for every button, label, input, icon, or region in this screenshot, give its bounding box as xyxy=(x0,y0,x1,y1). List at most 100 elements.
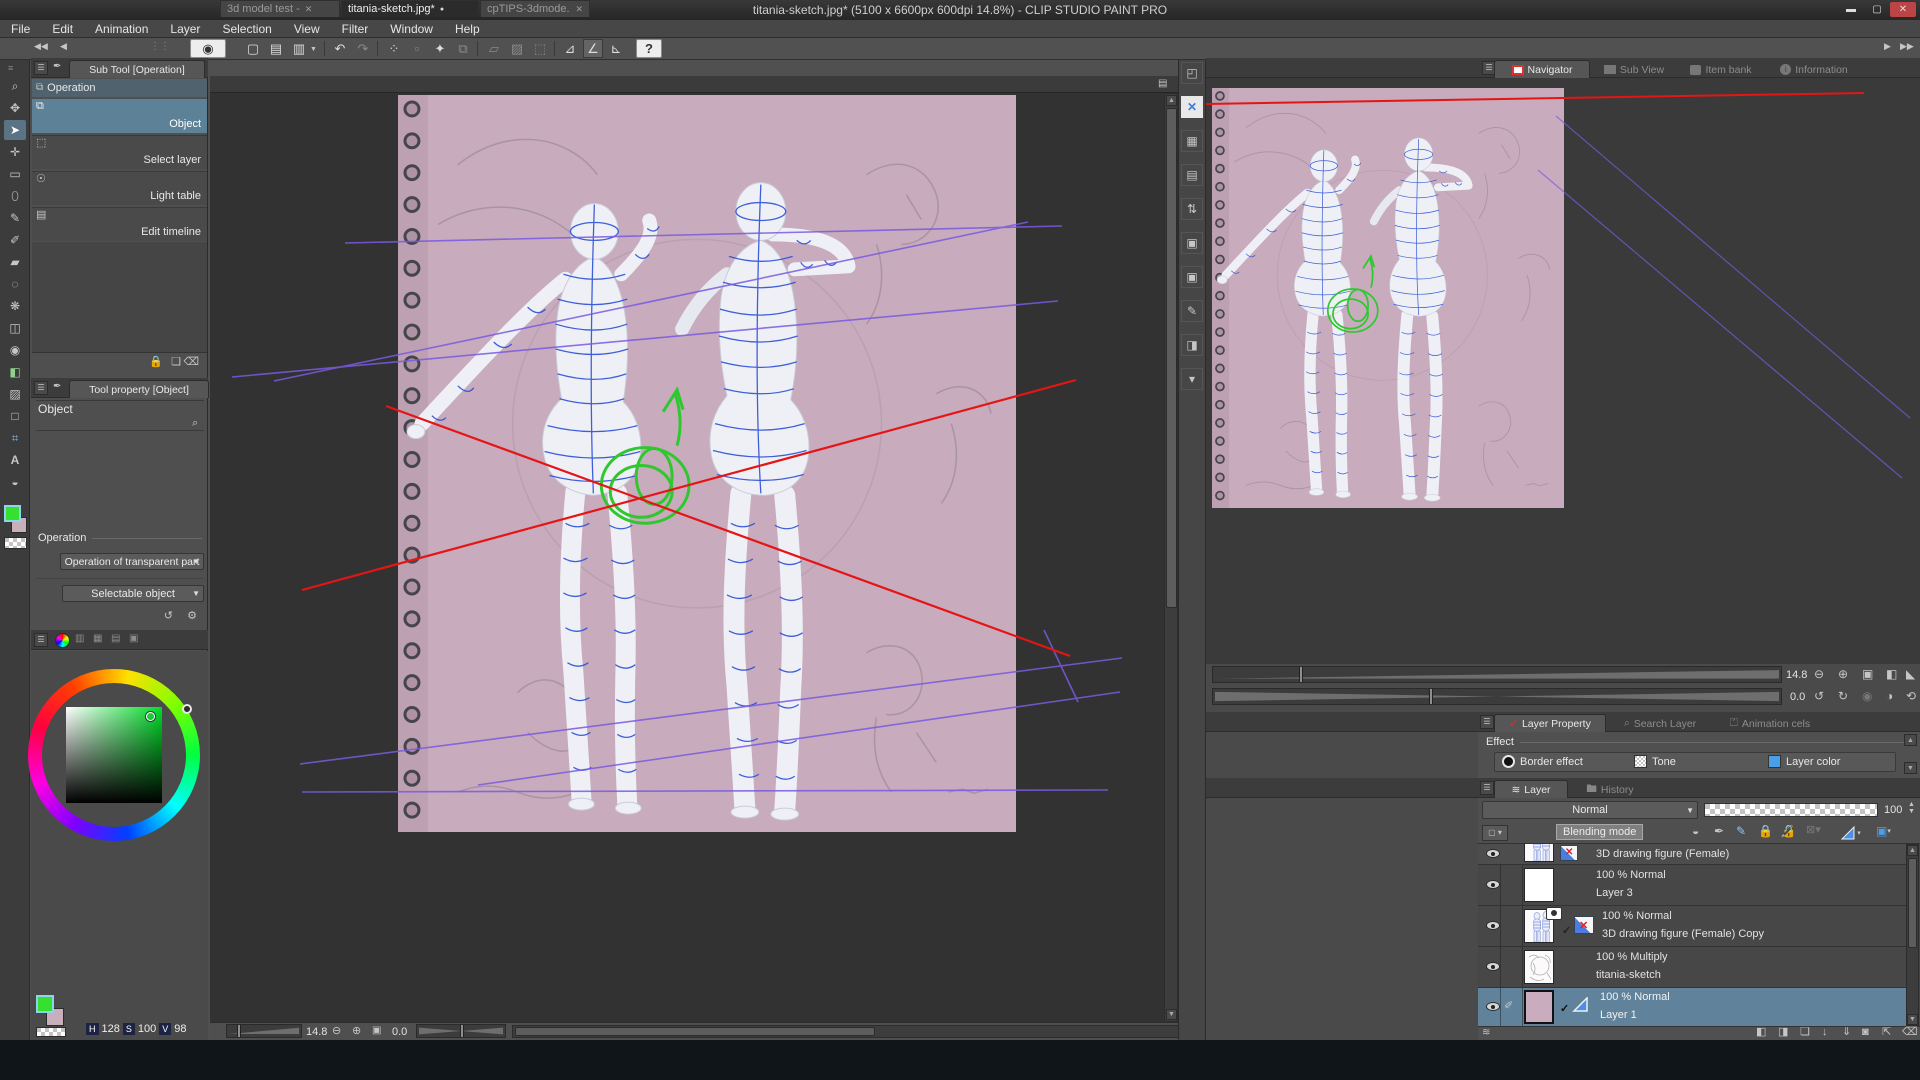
reset-tool-icon[interactable]: ↺ xyxy=(164,611,173,622)
text-tool-icon[interactable]: A xyxy=(4,450,26,470)
navigator-zoom-slider[interactable] xyxy=(1212,666,1782,683)
new-folder-icon[interactable]: ◨ xyxy=(1778,1027,1788,1038)
lock-subtool-icon[interactable]: 🔒 xyxy=(149,357,163,368)
operation-tool-icon[interactable]: ➤ xyxy=(4,120,26,140)
layer-color-button[interactable]: Layer color xyxy=(1768,755,1840,768)
brush-tool-icon[interactable]: ▰ xyxy=(4,252,26,272)
help-button[interactable]: ? xyxy=(636,39,662,58)
eraser-tool-icon[interactable]: ◫ xyxy=(4,318,26,338)
nav-fit-icon[interactable]: ▣ xyxy=(1862,668,1873,680)
delete-layer-icon[interactable]: ⌫ xyxy=(1902,1027,1918,1038)
color-panel-menu-icon[interactable]: ☰ xyxy=(34,633,48,647)
apply-mask-icon[interactable]: ⇱ xyxy=(1882,1027,1891,1038)
duplicate-layer-icon[interactable]: ❏ xyxy=(1800,1027,1810,1038)
mesh-button[interactable]: ▨ xyxy=(507,39,527,58)
fill-tool-icon[interactable]: ◧ xyxy=(4,362,26,382)
redo-button[interactable]: ↷ xyxy=(353,39,373,58)
color-wheel-tab-icon[interactable] xyxy=(55,633,70,648)
transparent-color-swatch[interactable] xyxy=(4,537,27,549)
scroll-up-icon[interactable]: ▲ xyxy=(1907,845,1918,856)
tab-history[interactable]: 🖿 History xyxy=(1570,780,1650,798)
color-set-tab-icon[interactable]: ▦ xyxy=(93,634,102,644)
hscroll-thumb[interactable] xyxy=(515,1027,875,1036)
tab-navigator[interactable]: Navigator xyxy=(1494,60,1590,78)
snap-grid-button[interactable]: ⊾ xyxy=(606,39,626,58)
opacity-spinner[interactable]: ▲ ▼ xyxy=(1908,801,1915,815)
marquee-tool-icon[interactable]: ▭ xyxy=(4,164,26,184)
menu-animation[interactable]: Animation xyxy=(84,20,159,38)
toolbar-grip[interactable]: ⋮⋮ xyxy=(150,42,170,52)
layer-scroll-thumb[interactable] xyxy=(1908,858,1917,948)
panel-foreground-swatch[interactable] xyxy=(36,995,54,1013)
expand-right-icon[interactable]: ▶ xyxy=(1884,42,1891,51)
zoom-tool-icon[interactable]: ⌕ xyxy=(4,76,26,96)
tab-animation-cels[interactable]: ⏍ Animation cels xyxy=(1714,714,1826,732)
layer-row-layer1-selected[interactable]: ✐ ✓ 100 % Normal Layer 1 xyxy=(1478,988,1906,1026)
clip-below-icon[interactable]: ◒ xyxy=(1692,825,1699,837)
effect-scroll-up-icon[interactable]: ▲ xyxy=(1904,734,1917,746)
approx-color-tab-icon[interactable]: ▣ xyxy=(129,634,138,644)
balloon-tool-icon[interactable]: ◒ xyxy=(4,472,26,492)
snap-ruler-button[interactable]: ⊿ xyxy=(560,39,580,58)
menu-window[interactable]: Window xyxy=(379,20,444,38)
tool-property-tab[interactable]: Tool property [Object] xyxy=(69,380,209,398)
enable-mask-icon[interactable]: ⊠▾ xyxy=(1806,825,1821,836)
ruler-tool-icon[interactable]: ⌗ xyxy=(4,428,26,448)
sub-view-palette-icon[interactable]: ✕ xyxy=(1181,96,1203,118)
open-clip-studio-button[interactable]: ◉ xyxy=(190,39,226,58)
nav-zoom-in-icon[interactable]: ⊕ xyxy=(1838,668,1848,680)
combine-palette-icon[interactable]: ▢ ▾ xyxy=(1482,825,1508,841)
fit-screen-icon[interactable]: ▣ xyxy=(372,1026,381,1036)
canvas-zoom-slider[interactable] xyxy=(226,1024,302,1038)
menu-layer[interactable]: Layer xyxy=(159,20,211,38)
canvas-viewport[interactable] xyxy=(210,93,1164,1022)
layer-visible-icon[interactable] xyxy=(1486,849,1500,858)
intermediate-color-tab-icon[interactable]: ▤ xyxy=(111,634,120,644)
deselect-button[interactable]: ⁘ xyxy=(384,39,404,58)
layer-row-3d-female[interactable]: ✕ 3D drawing figure (Female) xyxy=(1478,844,1906,864)
effect-scroll-down-icon[interactable]: ▼ xyxy=(1904,762,1917,774)
subtool-item-light-table[interactable]: ☉ Light table xyxy=(32,171,207,205)
menu-edit[interactable]: Edit xyxy=(41,20,84,38)
tab-information[interactable]: i Information xyxy=(1766,60,1862,78)
subtool-menu-icon[interactable]: ☰ xyxy=(34,61,48,75)
draft-layer-icon[interactable]: ✎ xyxy=(1736,825,1746,837)
ruler-range-icon[interactable]: ▾ xyxy=(1838,824,1864,842)
pencil-tool-icon[interactable]: ✐ xyxy=(4,230,26,250)
tool-property-menu-icon[interactable]: ☰ xyxy=(34,381,48,395)
undo-button[interactable]: ↶ xyxy=(330,39,350,58)
nav-actual-size-icon[interactable]: ◣ xyxy=(1906,668,1915,680)
reference-layer-icon[interactable]: ✒ xyxy=(1714,825,1724,837)
layer-visible-icon[interactable] xyxy=(1486,1002,1500,1011)
panel-transparent-swatch[interactable] xyxy=(36,1027,66,1037)
layer-row-titania-sketch[interactable]: 100 % Multiply titania-sketch xyxy=(1478,947,1906,987)
subtool-panel-tab[interactable]: Sub Tool [Operation] xyxy=(69,60,205,78)
subtool-group-header[interactable]: ⧉ Operation xyxy=(32,79,207,97)
hue-cursor[interactable] xyxy=(182,704,192,714)
doc-tab-3d-model-test[interactable]: 3d model test - ✕ xyxy=(220,0,340,17)
tab-layer[interactable]: ≋ Layer xyxy=(1494,780,1568,798)
gradient-tool-icon[interactable]: ▨ xyxy=(4,384,26,404)
layer-visible-icon[interactable] xyxy=(1486,962,1500,971)
close-tab-icon[interactable]: ✕ xyxy=(575,4,583,15)
layer-panel-menu-icon[interactable]: ☰ xyxy=(1480,781,1494,795)
transparent-part-dropdown[interactable]: Operation of transparent part ▼ xyxy=(60,553,204,570)
menu-view[interactable]: View xyxy=(283,20,331,38)
close-tab-icon[interactable]: ✕ xyxy=(305,4,313,15)
tab-layer-property[interactable]: ✓ Layer Property xyxy=(1494,714,1606,732)
edit-palette-icon[interactable]: ✎ xyxy=(1181,300,1203,322)
delete-subtool-icon[interactable]: ⌫ xyxy=(183,357,199,368)
tone-button[interactable]: Tone xyxy=(1634,755,1676,768)
select-wand-button[interactable]: ✦ xyxy=(430,39,450,58)
subtool-item-select-layer[interactable]: ⬚ Select layer xyxy=(32,135,207,169)
airbrush-tool-icon[interactable]: ◌ xyxy=(4,274,26,294)
lock-transparent-icon[interactable]: 🔏 xyxy=(1780,825,1795,837)
material-palette-icon[interactable]: ▤ xyxy=(1181,164,1203,186)
new-layer-icon[interactable]: ◧ xyxy=(1756,1027,1766,1038)
layer-thumbnail[interactable] xyxy=(1524,990,1554,1024)
zoom-out-icon[interactable]: ⊖ xyxy=(332,1026,341,1037)
layer-row-layer3[interactable]: 100 % Normal Layer 3 xyxy=(1478,865,1906,905)
scroll-down-icon[interactable]: ▼ xyxy=(1166,1009,1177,1020)
scroll-down-icon[interactable]: ▼ xyxy=(1907,1014,1918,1025)
lock-layer-icon[interactable]: 🔒 xyxy=(1758,825,1773,837)
